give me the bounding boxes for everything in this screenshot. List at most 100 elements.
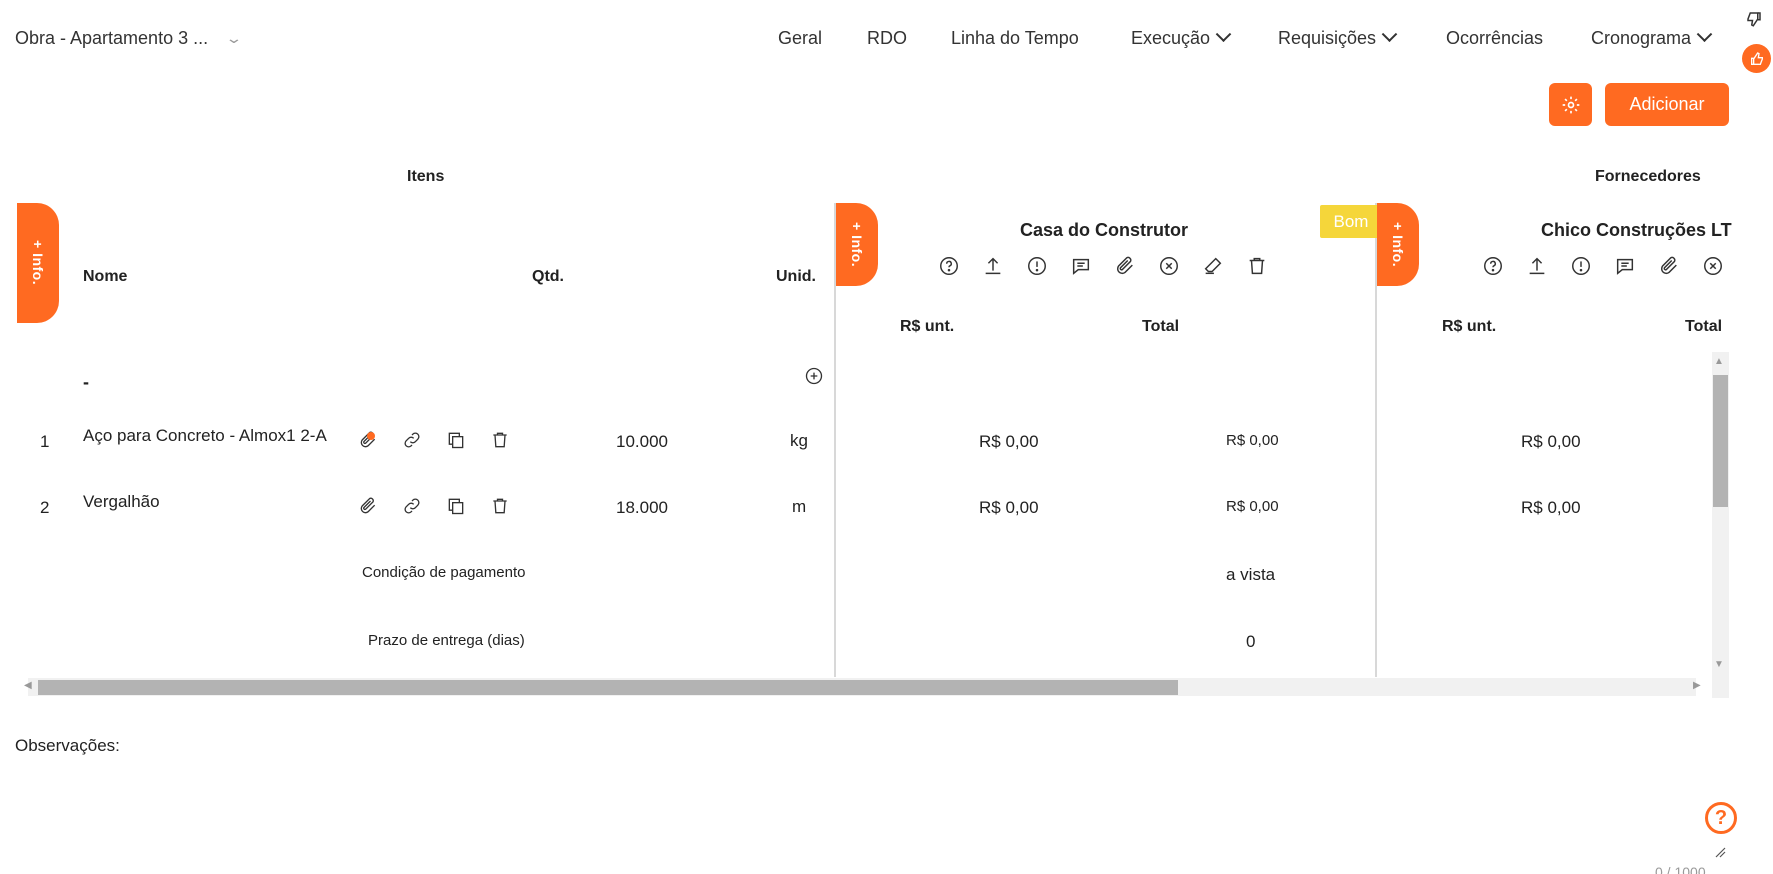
item-name[interactable]: Aço para Concreto - Almox1 2-A [83, 426, 327, 446]
eraser-icon[interactable] [1201, 254, 1225, 278]
nav-ocorrencias[interactable]: Ocorrências [1446, 28, 1543, 49]
link-icon[interactable] [400, 428, 424, 452]
supplier-toolbar [937, 254, 1269, 278]
notes-label: Observações: [15, 736, 120, 755]
paperclip-icon[interactable] [356, 494, 380, 518]
trash-icon[interactable] [488, 428, 512, 452]
row-actions [356, 494, 512, 518]
comment-icon[interactable] [1613, 254, 1637, 278]
gear-icon [1562, 96, 1579, 113]
col-name: Nome [83, 268, 128, 285]
help-button[interactable]: ? [1705, 802, 1737, 834]
payment-condition-label: Condição de pagamento [362, 564, 526, 581]
nav-label: Execução [1131, 28, 1211, 48]
add-circle-icon[interactable] [802, 364, 826, 388]
attachment-indicator [367, 432, 375, 440]
info-label: + Info. [30, 240, 46, 286]
alert-circle-icon[interactable] [1569, 254, 1593, 278]
trash-icon[interactable] [1245, 254, 1269, 278]
supplier-col-total: Total [1685, 318, 1723, 335]
nav-execucao[interactable]: Execução [1131, 26, 1232, 49]
supplier-col-unit-price: R$ unt. [900, 318, 955, 335]
nav-label: Cronograma [1591, 28, 1692, 48]
nav-label: Ocorrências [1446, 28, 1544, 48]
vertical-scroll-thumb[interactable] [1713, 375, 1728, 507]
supplier-toolbar [1481, 254, 1725, 278]
items-section-title: Itens [407, 168, 445, 185]
unit-price[interactable]: R$ 0,00 [979, 432, 1039, 452]
row-number: 2 [40, 498, 50, 517]
char-counter: 0 / 1000 [1655, 864, 1706, 874]
total-price: R$ 0,00 [1226, 498, 1279, 515]
alert-circle-icon[interactable] [1025, 254, 1049, 278]
scroll-right-icon[interactable]: ▶ [1693, 680, 1701, 691]
supplier-col-total: Total [1142, 318, 1180, 335]
unit-price[interactable]: R$ 0,00 [979, 498, 1039, 518]
item-qty[interactable]: 10.000 [616, 432, 668, 452]
link-icon[interactable] [400, 494, 424, 518]
group-label: - [83, 372, 89, 392]
delivery-time-value[interactable]: 0 [1246, 632, 1255, 652]
help-circle-icon[interactable] [937, 254, 961, 278]
row-number: 1 [40, 432, 50, 451]
supplier-info-tab[interactable]: + Info. [836, 203, 878, 286]
comment-icon[interactable] [1069, 254, 1093, 278]
nav-label: Geral [778, 28, 823, 48]
nav-linha-do-tempo[interactable]: Linha do Tempo [951, 28, 1079, 49]
col-qty: Qtd. [532, 268, 564, 285]
add-button[interactable]: Adicionar [1605, 83, 1729, 126]
trash-icon[interactable] [488, 494, 512, 518]
nav-label: Linha do Tempo [951, 28, 1079, 48]
question-icon: ? [1714, 806, 1728, 829]
info-label: + Info. [849, 221, 865, 268]
scroll-down-icon[interactable]: ▼ [1714, 659, 1724, 670]
chevron-down-icon [1696, 26, 1713, 43]
nav-label: RDO [867, 28, 907, 48]
total-price: R$ 0,00 [1226, 432, 1279, 449]
nav-cronograma[interactable]: Cronograma [1591, 26, 1713, 49]
scroll-left-icon[interactable]: ◀ [24, 680, 32, 691]
project-name: Obra - Apartamento 3 ... [15, 28, 209, 48]
rating-badge: Bom [1320, 205, 1382, 238]
supplier-name: Casa do Construtor [1020, 220, 1189, 240]
close-circle-icon[interactable] [1157, 254, 1181, 278]
supplier-col-unit-price: R$ unt. [1442, 318, 1497, 335]
copy-icon[interactable] [444, 494, 468, 518]
payment-condition-value[interactable]: a vista [1226, 565, 1275, 585]
suppliers-section-title: Fornecedores [1595, 168, 1701, 185]
chevron-down-icon [1215, 26, 1232, 43]
chevron-down-icon [1381, 26, 1398, 43]
unit-price[interactable]: R$ 0,00 [1521, 498, 1581, 518]
item-qty[interactable]: 18.000 [616, 498, 668, 518]
project-selector[interactable]: Obra - Apartamento 3 ... ⌄ [15, 28, 243, 49]
resize-handle-icon[interactable] [1714, 845, 1726, 863]
notes-textarea[interactable] [15, 760, 1727, 860]
supplier-name: Chico Construções LT [1541, 220, 1732, 240]
paperclip-icon[interactable] [1113, 254, 1137, 278]
info-label: + Info. [1390, 221, 1406, 268]
settings-button[interactable] [1549, 83, 1592, 126]
nav-rdo[interactable]: RDO [867, 28, 907, 49]
nav-geral[interactable]: Geral [778, 28, 822, 49]
supplier-info-tab[interactable]: + Info. [1377, 203, 1419, 286]
horizontal-scroll-thumb[interactable] [38, 680, 1178, 695]
paperclip-icon[interactable] [1657, 254, 1681, 278]
close-circle-icon[interactable] [1701, 254, 1725, 278]
upload-icon[interactable] [1525, 254, 1549, 278]
row-actions [356, 428, 512, 452]
help-circle-icon[interactable] [1481, 254, 1505, 278]
unit-price[interactable]: R$ 0,00 [1521, 432, 1581, 452]
item-unit: m [792, 497, 807, 516]
nav-requisicoes[interactable]: Requisições [1278, 26, 1398, 49]
delivery-time-label: Prazo de entrega (dias) [368, 632, 525, 649]
upload-icon[interactable] [981, 254, 1005, 278]
thumbs-down-icon[interactable] [1745, 10, 1763, 33]
col-unit: Unid. [776, 268, 816, 285]
scroll-up-icon[interactable]: ▲ [1714, 356, 1724, 367]
chevron-down-icon: ⌄ [225, 30, 243, 46]
thumbs-up-icon[interactable] [1742, 44, 1771, 73]
copy-icon[interactable] [444, 428, 468, 452]
items-info-tab[interactable]: + Info. [17, 203, 59, 323]
item-name[interactable]: Vergalhão [83, 492, 160, 512]
nav-label: Requisições [1278, 28, 1377, 48]
